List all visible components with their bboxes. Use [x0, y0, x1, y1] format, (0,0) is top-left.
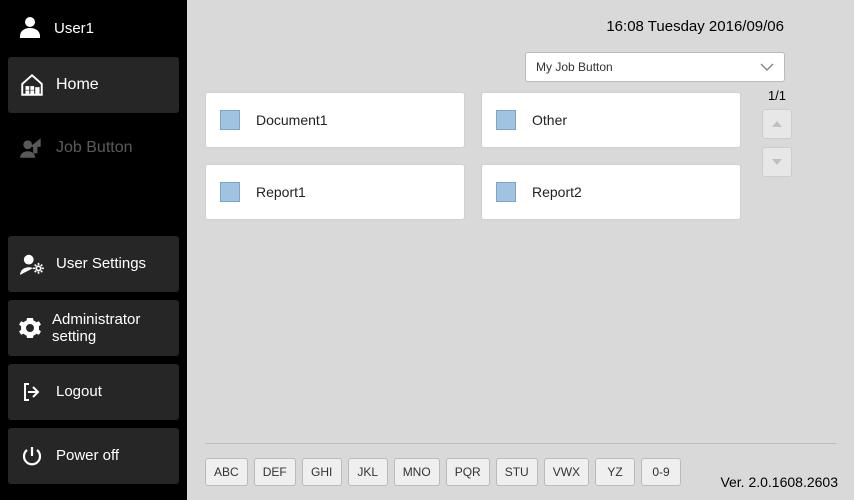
clock: 16:08 Tuesday 2016/09/06	[606, 18, 784, 35]
nav-power-off[interactable]: Power off	[8, 428, 179, 484]
user-row: User1	[0, 0, 187, 57]
filter-abc[interactable]: ABC	[205, 458, 248, 486]
filter-vwx[interactable]: VWX	[544, 458, 589, 486]
nav-job-button: Job Button	[8, 120, 179, 176]
card-thumb	[220, 182, 240, 202]
page-up-button[interactable]	[762, 109, 792, 139]
version-label: Ver. 2.0.1608.2603	[720, 474, 838, 490]
gear-icon	[18, 316, 42, 340]
filter-stu[interactable]: STU	[496, 458, 538, 486]
main: 16:08 Tuesday 2016/09/06 My Job Button D…	[187, 0, 854, 500]
sidebar-spacer	[0, 183, 187, 236]
filter-yz[interactable]: YZ	[595, 458, 635, 486]
job-button-icon	[18, 135, 46, 161]
card-thumb	[496, 182, 516, 202]
cards-grid: Document1 Other Report1 Report2	[205, 92, 741, 220]
filter-pqr[interactable]: PQR	[446, 458, 490, 486]
card-thumb	[220, 110, 240, 130]
job-select[interactable]: My Job Button	[525, 52, 785, 82]
card-report2[interactable]: Report2	[481, 164, 741, 220]
nav-job-button-label: Job Button	[56, 139, 133, 157]
card-document1[interactable]: Document1	[205, 92, 465, 148]
nav-user-settings-label: User Settings	[56, 255, 146, 272]
user-settings-icon	[18, 251, 46, 277]
power-icon	[18, 444, 46, 468]
nav-top: Home Job Button	[0, 57, 187, 183]
nav-admin-setting-label: Administrator setting	[52, 311, 169, 346]
card-label: Report2	[532, 184, 582, 200]
page-indicator: 1/1	[768, 88, 786, 103]
card-thumb	[496, 110, 516, 130]
content-row: Document1 Other Report1 Report2 1/1	[205, 92, 836, 220]
nav-home-label: Home	[56, 76, 99, 94]
chevron-down-icon	[760, 62, 774, 72]
user-icon	[18, 14, 42, 43]
filter-0-9[interactable]: 0-9	[641, 458, 681, 486]
nav-power-off-label: Power off	[56, 447, 119, 464]
nav-logout[interactable]: Logout	[8, 364, 179, 420]
card-report1[interactable]: Report1	[205, 164, 465, 220]
nav-admin-setting[interactable]: Administrator setting	[8, 300, 179, 356]
select-row: My Job Button	[525, 52, 836, 82]
logout-icon	[18, 380, 46, 404]
nav-logout-label: Logout	[56, 383, 102, 400]
pager: 1/1	[757, 92, 797, 220]
filter-jkl[interactable]: JKL	[348, 458, 388, 486]
card-label: Other	[532, 112, 567, 128]
filter-def[interactable]: DEF	[254, 458, 296, 486]
card-other[interactable]: Other	[481, 92, 741, 148]
card-label: Report1	[256, 184, 306, 200]
divider	[205, 443, 836, 444]
nav-bottom: User Settings Administrator setting Logo…	[0, 236, 187, 500]
card-label: Document1	[256, 112, 328, 128]
job-select-value: My Job Button	[536, 60, 613, 74]
main-spacer	[205, 220, 836, 443]
filter-ghi[interactable]: GHI	[302, 458, 342, 486]
page-down-button[interactable]	[762, 147, 792, 177]
nav-user-settings[interactable]: User Settings	[8, 236, 179, 292]
nav-home[interactable]: Home	[8, 57, 179, 113]
home-icon	[18, 72, 46, 98]
filter-mno[interactable]: MNO	[394, 458, 440, 486]
user-name: User1	[54, 20, 94, 37]
sidebar: User1 Home Job Button User Settings	[0, 0, 187, 500]
